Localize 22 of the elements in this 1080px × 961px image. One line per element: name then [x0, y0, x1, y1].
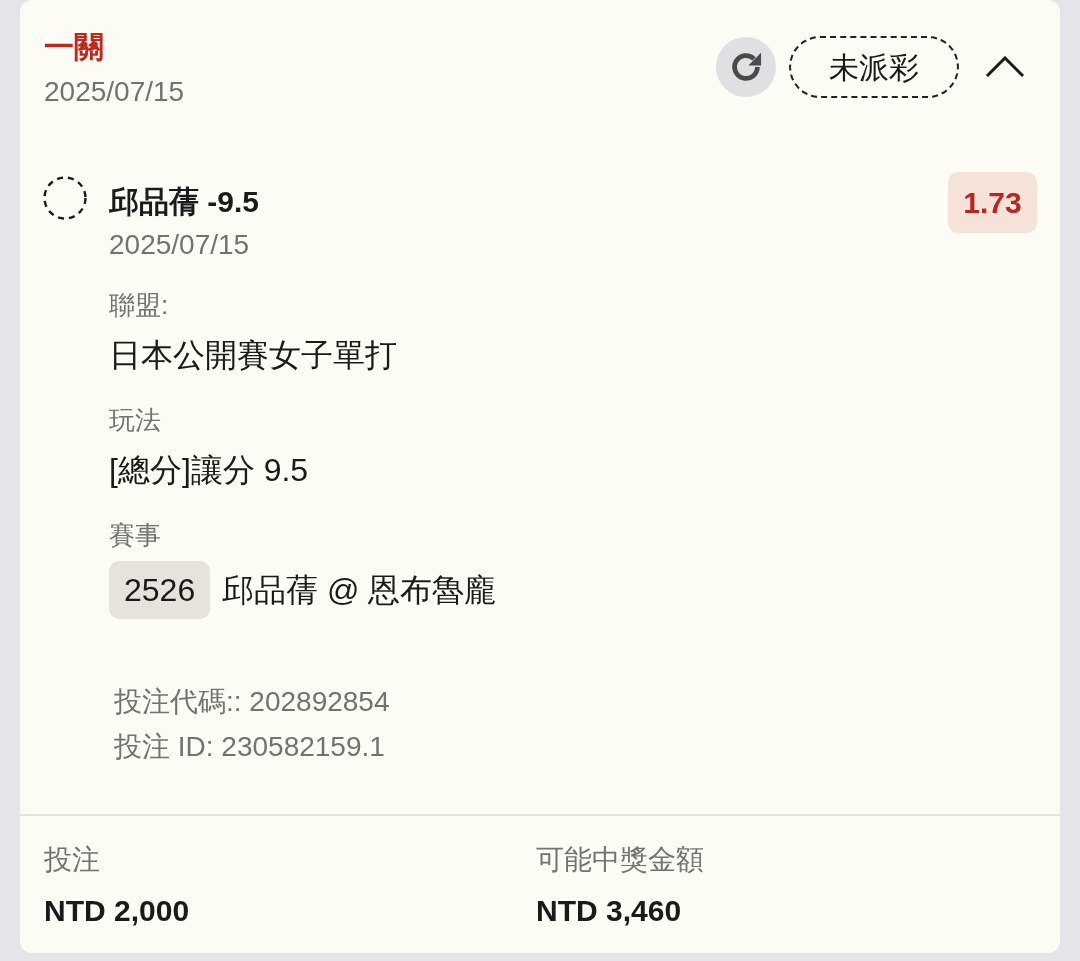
detail-label: 聯盟:: [109, 289, 169, 322]
event-number-badge: 2526: [109, 561, 211, 619]
refresh-button[interactable]: [716, 37, 776, 97]
detail-value: 邱品蒨 @ 恩布魯龐: [222, 571, 497, 610]
detail-label: 賽事: [109, 519, 161, 552]
status-badge: 未派彩: [789, 36, 959, 98]
selection-title: 邱品蒨 -9.5: [109, 184, 260, 220]
bet-reference: 投注 ID: 230582159.1: [114, 730, 385, 764]
detail-value: 日本公開賽女子單打: [109, 336, 397, 375]
summary-label: 投注: [44, 843, 100, 877]
chevron-up-icon[interactable]: [985, 56, 1025, 78]
detail-value: [總分]讓分 9.5: [109, 451, 309, 490]
summary-amount: NTD 3,460: [536, 893, 682, 929]
summary-label: 可能中獎金額: [536, 843, 704, 877]
selection-date: 2025/07/15: [109, 228, 250, 262]
bet-reference: 投注代碼:: 202892854: [114, 685, 390, 719]
dashed-circle-icon: [43, 176, 87, 220]
bet-date: 2025/07/15: [44, 75, 185, 109]
odds-badge: 1.73: [948, 172, 1037, 233]
detail-label: 玩法: [109, 404, 161, 437]
summary-amount: NTD 2,000: [44, 893, 190, 929]
bet-title: 一關: [44, 29, 105, 65]
